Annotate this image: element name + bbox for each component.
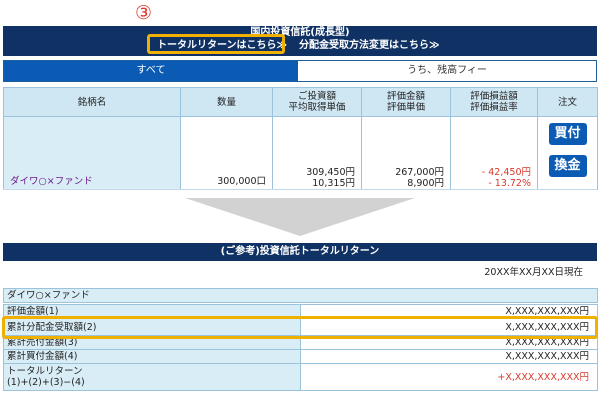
- total-return-label: トータルリターン (1)+(2)+(3)−(4): [3, 363, 301, 391]
- tab-balance-fee[interactable]: うち、残高フィー: [298, 61, 596, 81]
- order-cell: 買付 換金: [537, 116, 598, 190]
- table-row: 累計買付金額(4) X,XXX,XXX,XXX円: [3, 349, 598, 364]
- col-fund-name: 銘柄名: [3, 87, 181, 117]
- tab-all[interactable]: すべて: [4, 61, 298, 81]
- holdings-tabs: すべて うち、残高フィー: [3, 60, 597, 82]
- down-arrow-icon: [185, 198, 415, 236]
- holdings-header-row: 銘柄名 数量 ご投資額 平均取得単価 評価金額 評価単価 評価損益額 評価損益率…: [3, 87, 598, 117]
- fund-category-title: 国内投資信託(成長型): [250, 27, 350, 38]
- investment-value: 309,450円: [306, 167, 355, 178]
- distribution-method-link[interactable]: 分配金受取方法変更はこちら≫: [299, 39, 439, 53]
- holdings-table: 銘柄名 数量 ご投資額 平均取得単価 評価金額 評価単価 評価損益額 評価損益率…: [3, 87, 598, 190]
- total-return-link-highlight: [147, 34, 285, 54]
- valuation-cell: 267,000円 8,900円: [361, 116, 451, 190]
- investment-cell: 309,450円 10,315円: [272, 116, 362, 190]
- col-quantity: 数量: [180, 87, 273, 117]
- total-return-header: (ご参考)投資信託トータルリターン: [3, 243, 597, 261]
- col-valuation: 評価金額 評価単価: [361, 87, 451, 117]
- col-valuation-label: 評価金額: [386, 91, 425, 102]
- fund-category-header: 国内投資信託(成長型) トータルリターンはこちら≫ 分配金受取方法変更はこちら≫: [3, 26, 597, 56]
- fund-name-cell: ダイワ○×ファンド: [3, 116, 181, 190]
- table-row: ダイワ○×ファンド 300,000口 309,450円 10,315円 267,…: [3, 116, 598, 190]
- distribution-row-highlight: [2, 316, 598, 339]
- table-row: トータルリターン (1)+(2)+(3)−(4) +X,XXX,XXX,XXX円: [3, 363, 598, 391]
- total-return-amount: +X,XXX,XXX,XXX円: [300, 363, 598, 391]
- step-number-marker: ③: [135, 2, 153, 24]
- col-investment: ご投資額 平均取得単価: [272, 87, 362, 117]
- valuation-value: 267,000円: [395, 167, 444, 178]
- tr-fund-name: ダイワ○×ファンド: [3, 288, 598, 303]
- profit-loss-cell: - 42,450円 - 13.72%: [450, 116, 538, 190]
- col-pl-rate-label: 評価損益率: [470, 102, 518, 113]
- total-return-formula: (1)+(2)+(3)−(4): [7, 377, 85, 388]
- buy-button[interactable]: 買付: [548, 123, 587, 145]
- cumulative-buy-amount: X,XXX,XXX,XXX円: [300, 349, 598, 364]
- col-order: 注文: [537, 87, 598, 117]
- sell-button[interactable]: 換金: [548, 155, 587, 177]
- total-return-label-text: トータルリターン: [7, 366, 83, 377]
- table-row: ダイワ○×ファンド: [3, 288, 598, 303]
- total-return-table: ダイワ○×ファンド: [3, 288, 598, 303]
- table-cutoff-fade: [3, 188, 597, 192]
- quantity-cell: 300,000口: [180, 116, 273, 190]
- as-of-date: 20XX年XX月XX日現在: [484, 267, 583, 278]
- col-profit-loss: 評価損益額 評価損益率: [450, 87, 538, 117]
- col-investment-label: ご投資額: [297, 91, 336, 102]
- cumulative-buy-label: 累計買付金額(4): [3, 349, 301, 364]
- col-pl-amount-label: 評価損益額: [470, 91, 518, 102]
- col-avg-cost-label: 平均取得単価: [288, 102, 346, 113]
- pl-amount-value: - 42,450円: [481, 167, 531, 178]
- col-unit-price-label: 評価単価: [386, 102, 425, 113]
- fund-name-link[interactable]: ダイワ○×ファンド: [10, 176, 93, 187]
